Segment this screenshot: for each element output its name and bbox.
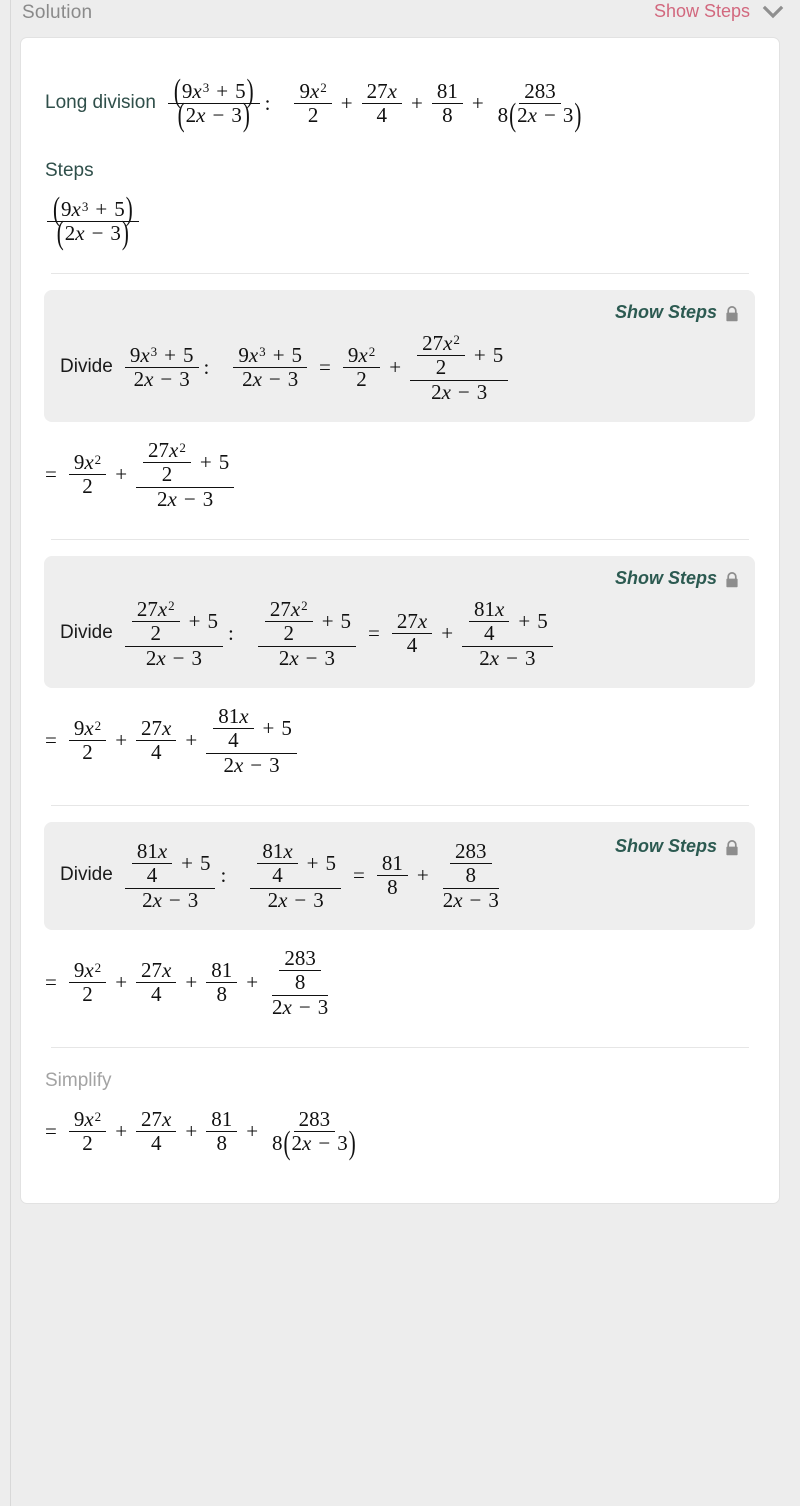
- step-2-header: Show Steps: [60, 566, 739, 590]
- show-steps-locked-2[interactable]: Show Steps: [615, 568, 717, 589]
- step-3-header: Show Steps: [615, 834, 739, 858]
- long-division-summary: Long division ( 9 x 3 +5 ) ( 2 x −3): …: [21, 38, 779, 138]
- long-division-label: Long division: [45, 92, 156, 113]
- show-steps-locked-3[interactable]: Show Steps: [615, 836, 717, 857]
- divider: [51, 539, 749, 540]
- show-steps-link[interactable]: Show Steps: [654, 2, 750, 21]
- simplify-heading: Simplify: [45, 1070, 112, 1091]
- solution-page: Solution Show Steps Long division ( 9 x 3 +…: [0, 0, 800, 1506]
- page-title: Solution: [22, 2, 93, 23]
- divider: [51, 273, 749, 274]
- divider: [51, 805, 749, 806]
- divide-label-1: Divide: [60, 356, 113, 377]
- step-block-1: Show Steps Divide 9 x 3 +5 2 x −3 : 9 x …: [44, 290, 755, 422]
- simplify-result-expression: = 9x2 2 + 27 x 4 + 81 8 + 283 8 (2 x − …: [45, 1107, 356, 1162]
- header-actions: Show Steps: [654, 2, 784, 21]
- simplify-result-row: = 9x2 2 + 27 x 4 + 81 8 + 283 8 (2 x − …: [21, 1092, 779, 1165]
- result-row-3: = 9x2 2 + 27 x 4 + 81 8 + 283 8 2 x − 3: [21, 930, 779, 1029]
- long-division-expression: ( 9 x 3 +5 ) ( 2 x −3 ) : 9 x 2 2 + 27 x…: [166, 74, 589, 130]
- steps-heading: Steps: [45, 160, 94, 181]
- step-block-2: Show Steps Divide 27 x 2 2 + 5 2 x − 3:…: [44, 556, 755, 688]
- result-expression-3: = 9x2 2 + 27 x 4 + 81 8 + 283 8 2 x − 3: [45, 946, 329, 1019]
- initial-expression-row: ( 9 x 3 +5 ) ( 2 x −3 ): [21, 182, 779, 255]
- step-1-expression: 9 x 3 +5 2 x −3 : 9 x 3 +5 2 x −3 = 9x2 2 +: [123, 331, 510, 404]
- lock-icon: [725, 572, 739, 588]
- result-expression-2: = 9x2 2 + 27 x 4 + 81 x 4 + 5 2 x − 3: [45, 704, 299, 777]
- chevron-down-icon[interactable]: [762, 4, 784, 20]
- lock-icon: [725, 840, 739, 856]
- lock-icon: [725, 306, 739, 322]
- step-3-expression: 81 x 4 +5 2 x −3 : 81 x 4 + 5 2 x − 3 = …: [123, 839, 506, 912]
- left-rail-divider: [10, 0, 11, 1506]
- solution-card: Long division ( 9 x 3 +5 ) ( 2 x −3): …: [20, 37, 780, 1204]
- divide-label-3: Divide: [60, 864, 113, 885]
- step-2-expression: 27 x 2 2 +5 2 x −3 : 27 x 2 2 + 5 2 x − …: [123, 597, 555, 670]
- solution-header: Solution Show Steps: [0, 0, 800, 23]
- initial-expression: ( 9 x 3 +5 ) ( 2 x −3 ): [45, 192, 141, 249]
- step-block-3: Show Steps Divide 81 x 4 + 5 2 x − 3: 8…: [44, 822, 755, 930]
- show-steps-locked-1[interactable]: Show Steps: [615, 302, 717, 323]
- divide-label-2: Divide: [60, 622, 113, 643]
- result-row-1: = 9x2 2 + 27 x 2 2 +5 2 x −3: [21, 422, 779, 521]
- step-2-body: Divide 27 x 2 2 +5 2 x −3 : 27 x 2 2 + 5…: [60, 590, 739, 672]
- result-expression-1: = 9x2 2 + 27 x 2 2 +5 2 x −3: [45, 438, 236, 511]
- result-row-2: = 9x2 2 + 27 x 4 + 81 x 4 + 5 2 x − 3: [21, 688, 779, 787]
- step-1-header: Show Steps: [60, 300, 739, 324]
- step-1-body: Divide 9 x 3 +5 2 x −3 : 9 x 3 +5 2 x −3 = 9x2 2: [60, 324, 739, 406]
